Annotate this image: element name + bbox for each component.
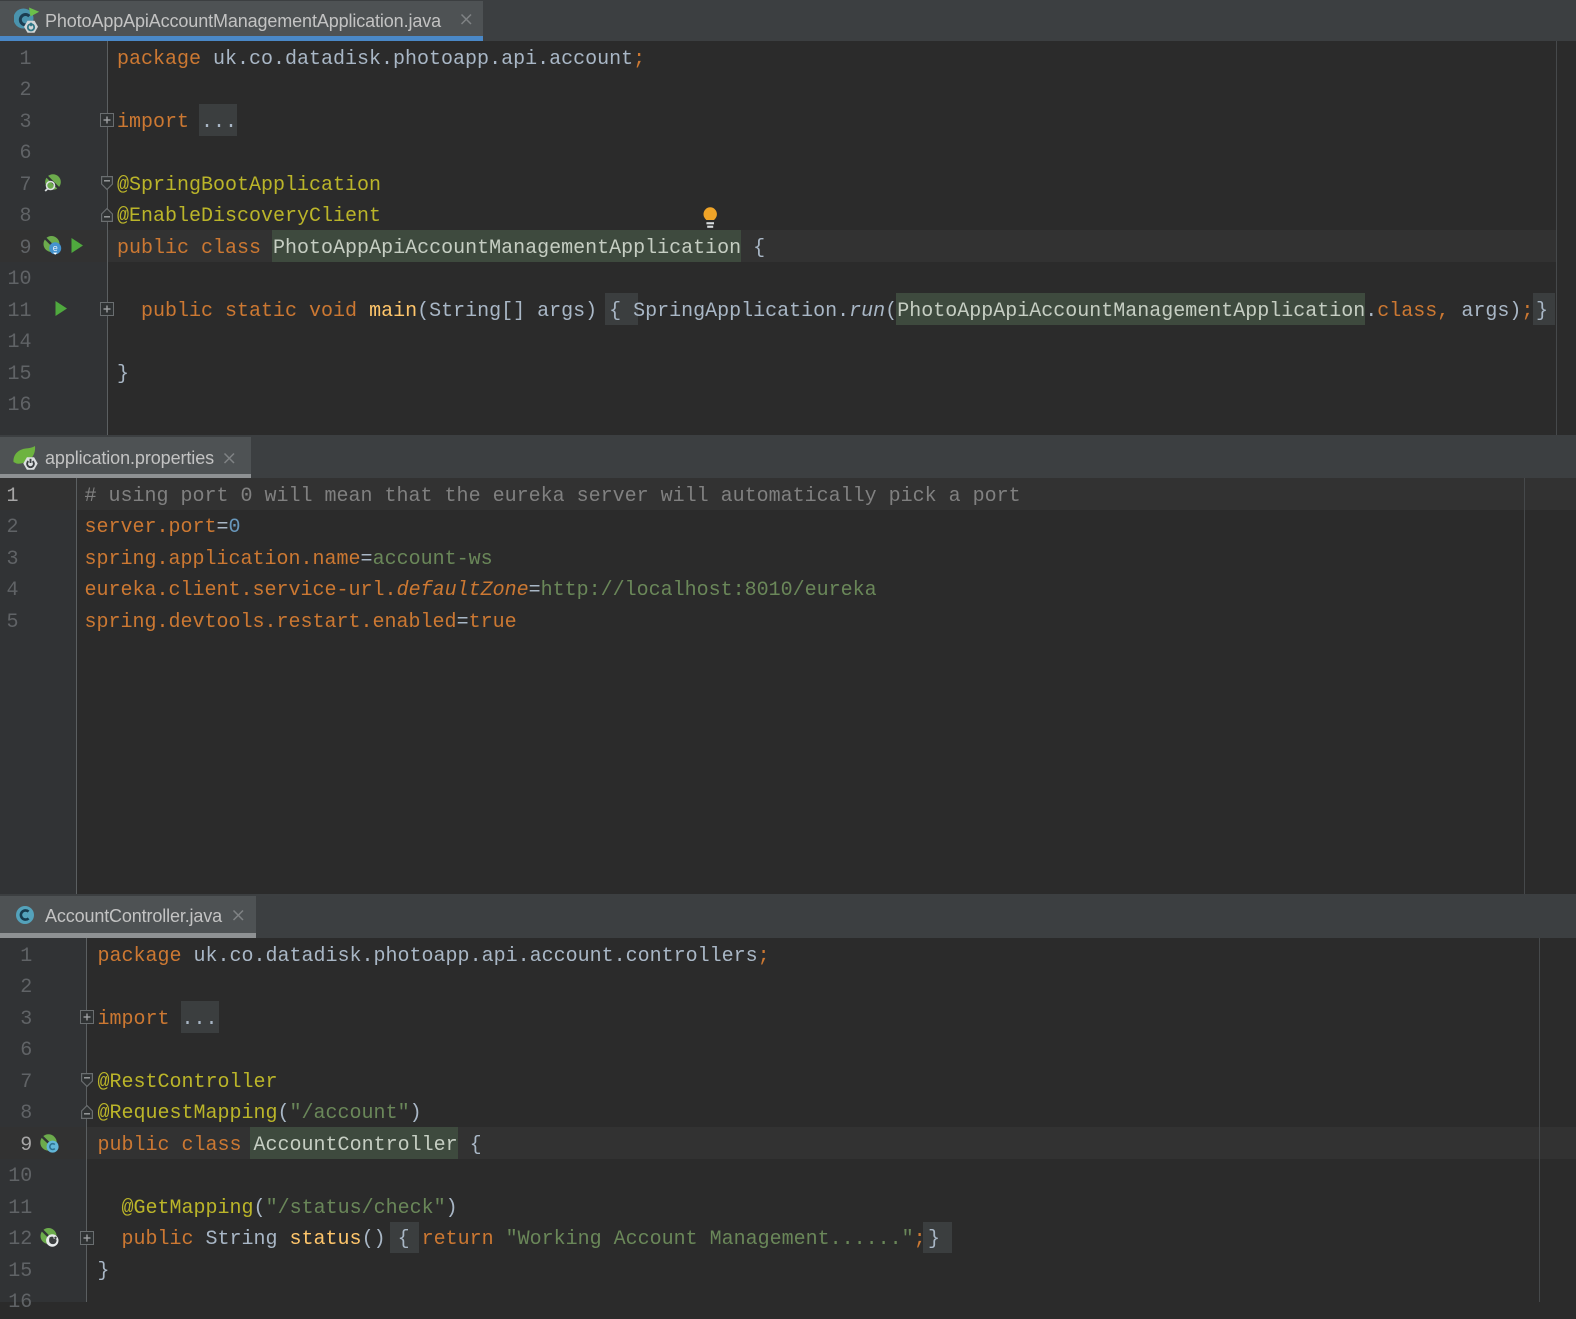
svg-text:e: e [53,243,58,253]
